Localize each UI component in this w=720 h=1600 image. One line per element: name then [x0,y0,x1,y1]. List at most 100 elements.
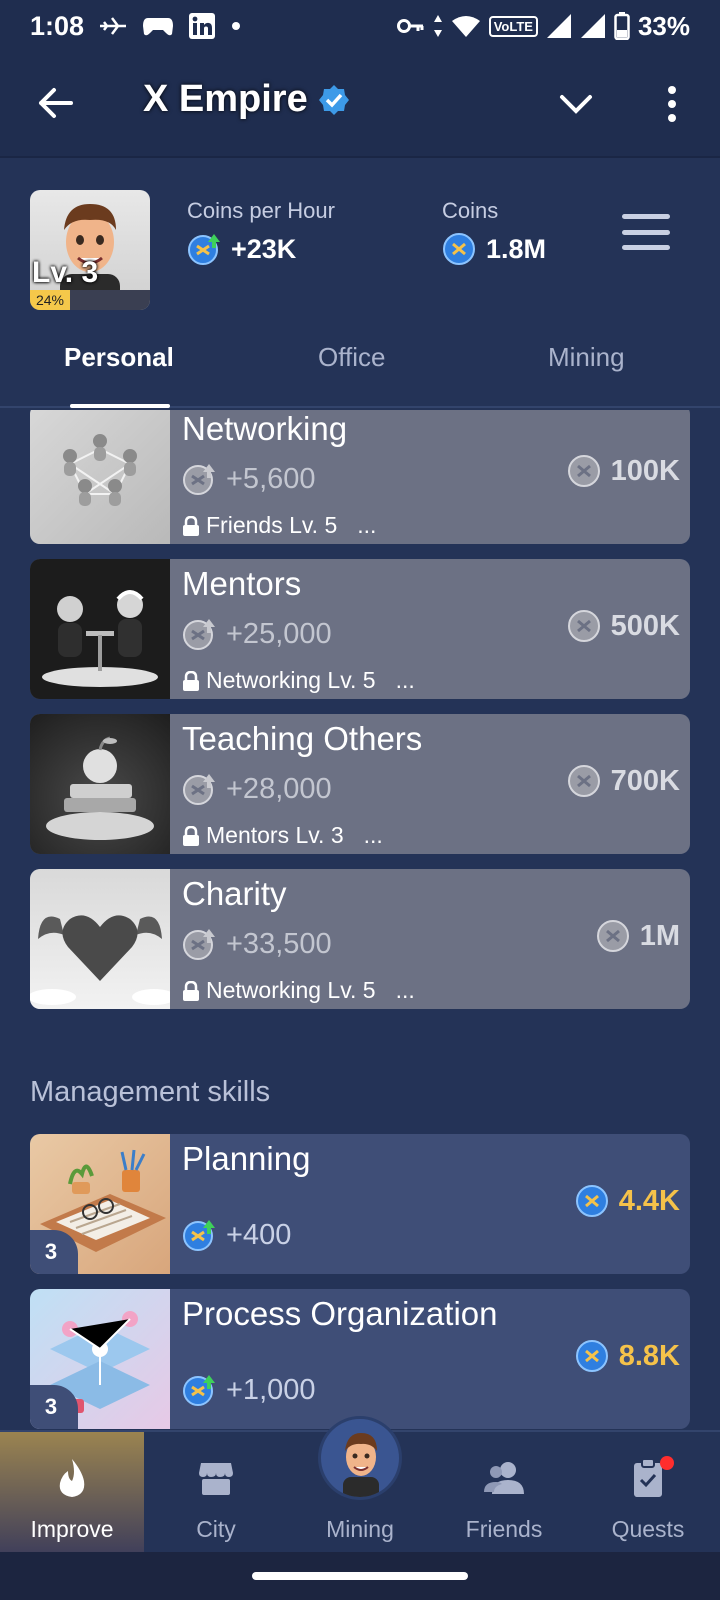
upgrade-card-charity[interactable]: Charity +33,500 Networking Lv. 5 ... 1M [30,869,690,1009]
card-title: Planning [182,1140,311,1177]
card-income: +25,000 [182,617,332,651]
card-price: 500K [567,609,680,643]
charity-image [30,869,176,1009]
tab-personal[interactable]: Personal [64,342,174,373]
mentors-image [30,559,170,699]
card-requirement-more: ... [357,512,377,538]
card-requirement-text: Networking Lv. 5 [206,667,376,693]
app-title-text: X Empire [143,78,308,120]
upgrade-list: Networking +5,600 Friends Lv. 5 ... 100K [0,410,720,1430]
upgrade-card-networking[interactable]: Networking +5,600 Friends Lv. 5 ... 100K [30,410,690,544]
nav-quests[interactable]: Quests [576,1432,720,1552]
card-income-value: +28,000 [226,772,332,805]
dot-icon [230,20,242,32]
upgrade-card-planning[interactable]: 3 Planning +400 4.4K [30,1134,690,1274]
card-title: Process Organization [182,1295,498,1332]
page-title: X Empire [143,78,350,121]
nav-label: City [196,1516,236,1542]
card-income: +400 [182,1218,291,1252]
nav-label: Friends [465,1516,543,1542]
gamepad-icon [142,14,174,38]
category-tabs: Personal Office Mining [0,320,720,408]
upgrade-card-process-organization[interactable]: 3 Process Organization +1,000 8.8K [30,1289,690,1429]
nav-city[interactable]: City [144,1432,288,1552]
card-title: Teaching Others [182,720,423,757]
networking-image [30,410,170,544]
card-requirement-text: Networking Lv. 5 [206,977,376,1003]
coins-per-hour-label: Coins per Hour [187,198,335,223]
level-progress: 24% [30,290,70,310]
card-requirement-more: ... [395,977,415,1003]
nav-label: Quests [611,1516,685,1542]
lock-icon [183,825,199,846]
card-title: Networking [182,410,348,447]
store-icon [197,1456,235,1500]
tab-office[interactable]: Office [318,342,385,373]
card-price-value: 1M [639,919,680,952]
player-level: Lv. 3 [32,256,99,289]
back-arrow-icon [39,88,73,118]
lock-icon [183,670,199,691]
signal-icon-2 [580,13,606,39]
wifi-icon [451,14,481,38]
volte-badge: VoLTE [488,15,538,37]
card-price: 1M [596,919,680,953]
battery-icon [614,12,630,40]
card-income: +33,500 [182,927,332,961]
menu-button[interactable] [622,214,670,250]
coin-icon [443,233,475,265]
nav-improve[interactable]: Improve [0,1432,144,1552]
friends-icon [484,1456,524,1500]
coins-stat: Coins 1.8M [442,198,546,266]
status-time: 1:08 [30,10,85,41]
upgrade-card-mentors[interactable]: Mentors +25,000 Networking Lv. 5 ... 500… [30,559,690,699]
data-arrows-icon [433,14,443,38]
app-header: X Empire [0,52,720,158]
nav-friends[interactable]: Friends [432,1432,576,1552]
card-price-value: 500K [610,609,680,642]
card-requirement: Networking Lv. 5 ... [182,667,415,694]
mining-avatar-button[interactable] [318,1416,402,1500]
coin-grey-icon [567,765,600,797]
coin-up-icon [188,234,220,265]
card-price: 8.8K [575,1339,680,1373]
card-price-value: 8.8K [618,1339,680,1372]
process-image: 3 [30,1289,170,1429]
battery-percent: 33% [637,10,690,41]
card-price-value: 100K [610,454,680,487]
nav-label: Improve [30,1516,114,1542]
card-level-badge: 3 [30,1385,78,1429]
upgrade-card-teaching-others[interactable]: Teaching Others +28,000 Mentors Lv. 3 ..… [30,714,690,854]
lock-icon [183,980,199,1001]
coin-up-icon [183,1375,215,1406]
tab-mining[interactable]: Mining [548,342,625,373]
coin-grey-icon [596,920,629,952]
coins-per-hour-value: +23K [231,233,297,264]
avatar[interactable]: Lv. 3 24% [30,190,150,310]
hamburger-line [622,245,670,250]
card-price-value: 4.4K [618,1184,680,1217]
card-income-value: +25,000 [226,617,332,650]
home-gesture-handle[interactable] [252,1572,468,1580]
character-avatar-image [343,1433,379,1497]
coin-up-icon [183,1220,215,1251]
active-tab-indicator [70,404,170,408]
more-vert-icon [668,86,676,122]
card-price: 100K [567,454,680,488]
back-button[interactable] [32,80,78,126]
card-income-value: +400 [226,1218,292,1251]
coins-label: Coins [442,198,499,223]
card-title: Charity [182,875,287,912]
plane-icon [98,15,128,37]
card-level-badge: 3 [30,1230,78,1274]
collapse-button[interactable] [554,82,598,126]
more-options-button[interactable] [652,82,692,126]
lock-icon [183,515,199,536]
hamburger-line [622,229,670,235]
coin-icon [575,1185,608,1217]
flame-icon [54,1456,90,1500]
coin-grey-icon [567,455,600,487]
card-requirement-text: Friends Lv. 5 [206,512,338,538]
linkedin-icon [188,12,216,40]
coins-value: 1.8M [486,233,547,264]
